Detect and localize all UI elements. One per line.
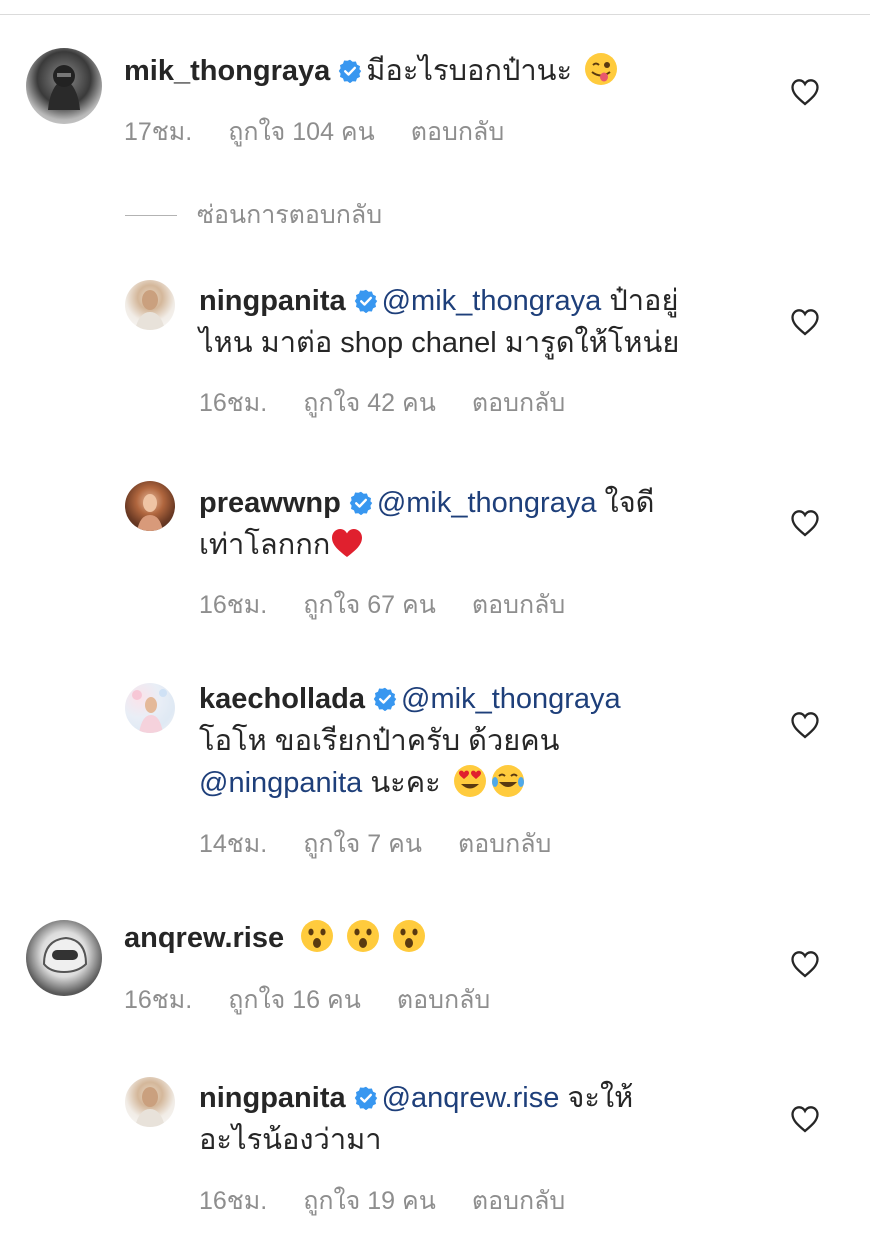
winking-tongue-emoji bbox=[584, 52, 618, 86]
reply-button[interactable]: ตอบกลับ bbox=[472, 1187, 565, 1215]
heart-eyes-emoji bbox=[453, 764, 487, 798]
top-divider bbox=[0, 14, 870, 15]
comment-body: mik_thongraya มีอะไรบอกป๋านะ bbox=[124, 50, 618, 92]
reply-button[interactable]: ตอบกลับ bbox=[472, 591, 565, 619]
like-count[interactable]: ถูกใจ 104 คน bbox=[228, 118, 375, 146]
comment-text-line2: อะไรน้องว่ามา bbox=[199, 1124, 382, 1156]
comment-body: kaechollada @mik_thongraya โอโห ขอเรียกป๋า… bbox=[199, 678, 759, 804]
avatar[interactable] bbox=[125, 481, 175, 531]
like-count[interactable]: ถูกใจ 16 คน bbox=[228, 986, 361, 1014]
comment-text: มีอะไรบอกป๋านะ bbox=[366, 55, 573, 87]
timestamp: 16ชม. bbox=[124, 986, 193, 1014]
mention-link[interactable]: @mik_thongraya bbox=[382, 285, 602, 317]
reply-button[interactable]: ตอบกลับ bbox=[397, 986, 490, 1014]
avatar[interactable] bbox=[26, 920, 102, 996]
username[interactable]: anqrew.rise bbox=[124, 922, 284, 954]
username[interactable]: kaechollada bbox=[199, 683, 365, 715]
red-heart-emoji bbox=[332, 529, 363, 557]
comment-meta: 16ชม. ถูกใจ 19 คน ตอบกลับ bbox=[199, 1181, 565, 1221]
timestamp: 16ชม. bbox=[199, 389, 268, 417]
mention-link[interactable]: @mik_thongraya bbox=[377, 487, 597, 519]
comment-body: ningpanita @mik_thongraya ป๋าอยู่ไหน มาต่… bbox=[199, 280, 759, 364]
mention-link-2[interactable]: @ningpanita bbox=[199, 767, 362, 799]
like-count[interactable]: ถูกใจ 67 คน bbox=[303, 591, 436, 619]
comment-text-line3: นะคะ bbox=[370, 767, 441, 799]
timestamp: 14ชม. bbox=[199, 830, 268, 858]
comment-body: preawwnp @mik_thongraya ใจดีเท่าโลกกก bbox=[199, 482, 759, 566]
comment-text: ใจดี bbox=[604, 487, 655, 519]
like-count[interactable]: ถูกใจ 19 คน bbox=[303, 1187, 436, 1215]
mention-link[interactable]: @mik_thongraya bbox=[401, 683, 621, 715]
comment-text: ป๋าอยู่ bbox=[609, 285, 679, 317]
avatar[interactable] bbox=[125, 1077, 175, 1127]
comment-text-line2: โอโห ขอเรียกป๋าครับ ด้วยคน bbox=[199, 725, 560, 757]
tears-of-joy-emoji bbox=[491, 764, 524, 798]
username[interactable]: mik_thongraya bbox=[124, 55, 330, 87]
verified-badge-icon bbox=[354, 1086, 378, 1110]
username[interactable]: ningpanita bbox=[199, 1082, 346, 1114]
reply-button[interactable]: ตอบกลับ bbox=[411, 118, 504, 146]
comment-text-line2: เท่าโลกกก bbox=[199, 529, 331, 561]
like-count[interactable]: ถูกใจ 7 คน bbox=[303, 830, 422, 858]
like-heart-icon[interactable] bbox=[790, 509, 820, 537]
comment-text: จะให้ bbox=[567, 1082, 634, 1114]
verified-badge-icon bbox=[338, 59, 362, 83]
astonished-emoji bbox=[392, 919, 426, 953]
like-heart-icon[interactable] bbox=[790, 1105, 820, 1133]
like-heart-icon[interactable] bbox=[790, 950, 820, 978]
astonished-emoji bbox=[346, 919, 380, 953]
reply-button[interactable]: ตอบกลับ bbox=[472, 389, 565, 417]
mention-link[interactable]: @anqrew.rise bbox=[382, 1082, 560, 1114]
like-heart-icon[interactable] bbox=[790, 78, 820, 106]
like-heart-icon[interactable] bbox=[790, 308, 820, 336]
timestamp: 16ชม. bbox=[199, 1187, 268, 1215]
like-heart-icon[interactable] bbox=[790, 711, 820, 739]
username[interactable]: preawwnp bbox=[199, 487, 341, 519]
comment-meta: 16ชม. ถูกใจ 42 คน ตอบกลับ bbox=[199, 383, 565, 423]
reply-button[interactable]: ตอบกลับ bbox=[458, 830, 551, 858]
avatar[interactable] bbox=[26, 48, 102, 124]
hide-replies-label[interactable]: ซ่อนการตอบกลับ bbox=[197, 195, 382, 235]
timestamp: 17ชม. bbox=[124, 118, 193, 146]
comment-body: anqrew.rise bbox=[124, 917, 426, 959]
verified-badge-icon bbox=[373, 687, 397, 711]
verified-badge-icon bbox=[349, 491, 373, 515]
hide-replies-toggle[interactable]: ซ่อนการตอบกลับ bbox=[125, 195, 382, 235]
comment-meta: 16ชม. ถูกใจ 67 คน ตอบกลับ bbox=[199, 585, 565, 625]
comment-meta: 16ชม. ถูกใจ 16 คน ตอบกลับ bbox=[124, 980, 490, 1020]
verified-badge-icon bbox=[354, 289, 378, 313]
avatar[interactable] bbox=[125, 683, 175, 733]
avatar[interactable] bbox=[125, 280, 175, 330]
astonished-emoji bbox=[300, 919, 334, 953]
timestamp: 16ชม. bbox=[199, 591, 268, 619]
comment-text-line2: ไหน มาต่อ shop chanel มารูดให้โหน่ย bbox=[199, 327, 680, 359]
comment-meta: 17ชม. ถูกใจ 104 คน ตอบกลับ bbox=[124, 112, 504, 152]
comment-body: ningpanita @anqrew.rise จะให้อะไรน้องว่าม… bbox=[199, 1077, 759, 1161]
hide-replies-line bbox=[125, 214, 177, 216]
like-count[interactable]: ถูกใจ 42 คน bbox=[303, 389, 436, 417]
username[interactable]: ningpanita bbox=[199, 285, 346, 317]
comment-meta: 14ชม. ถูกใจ 7 คน ตอบกลับ bbox=[199, 824, 551, 864]
